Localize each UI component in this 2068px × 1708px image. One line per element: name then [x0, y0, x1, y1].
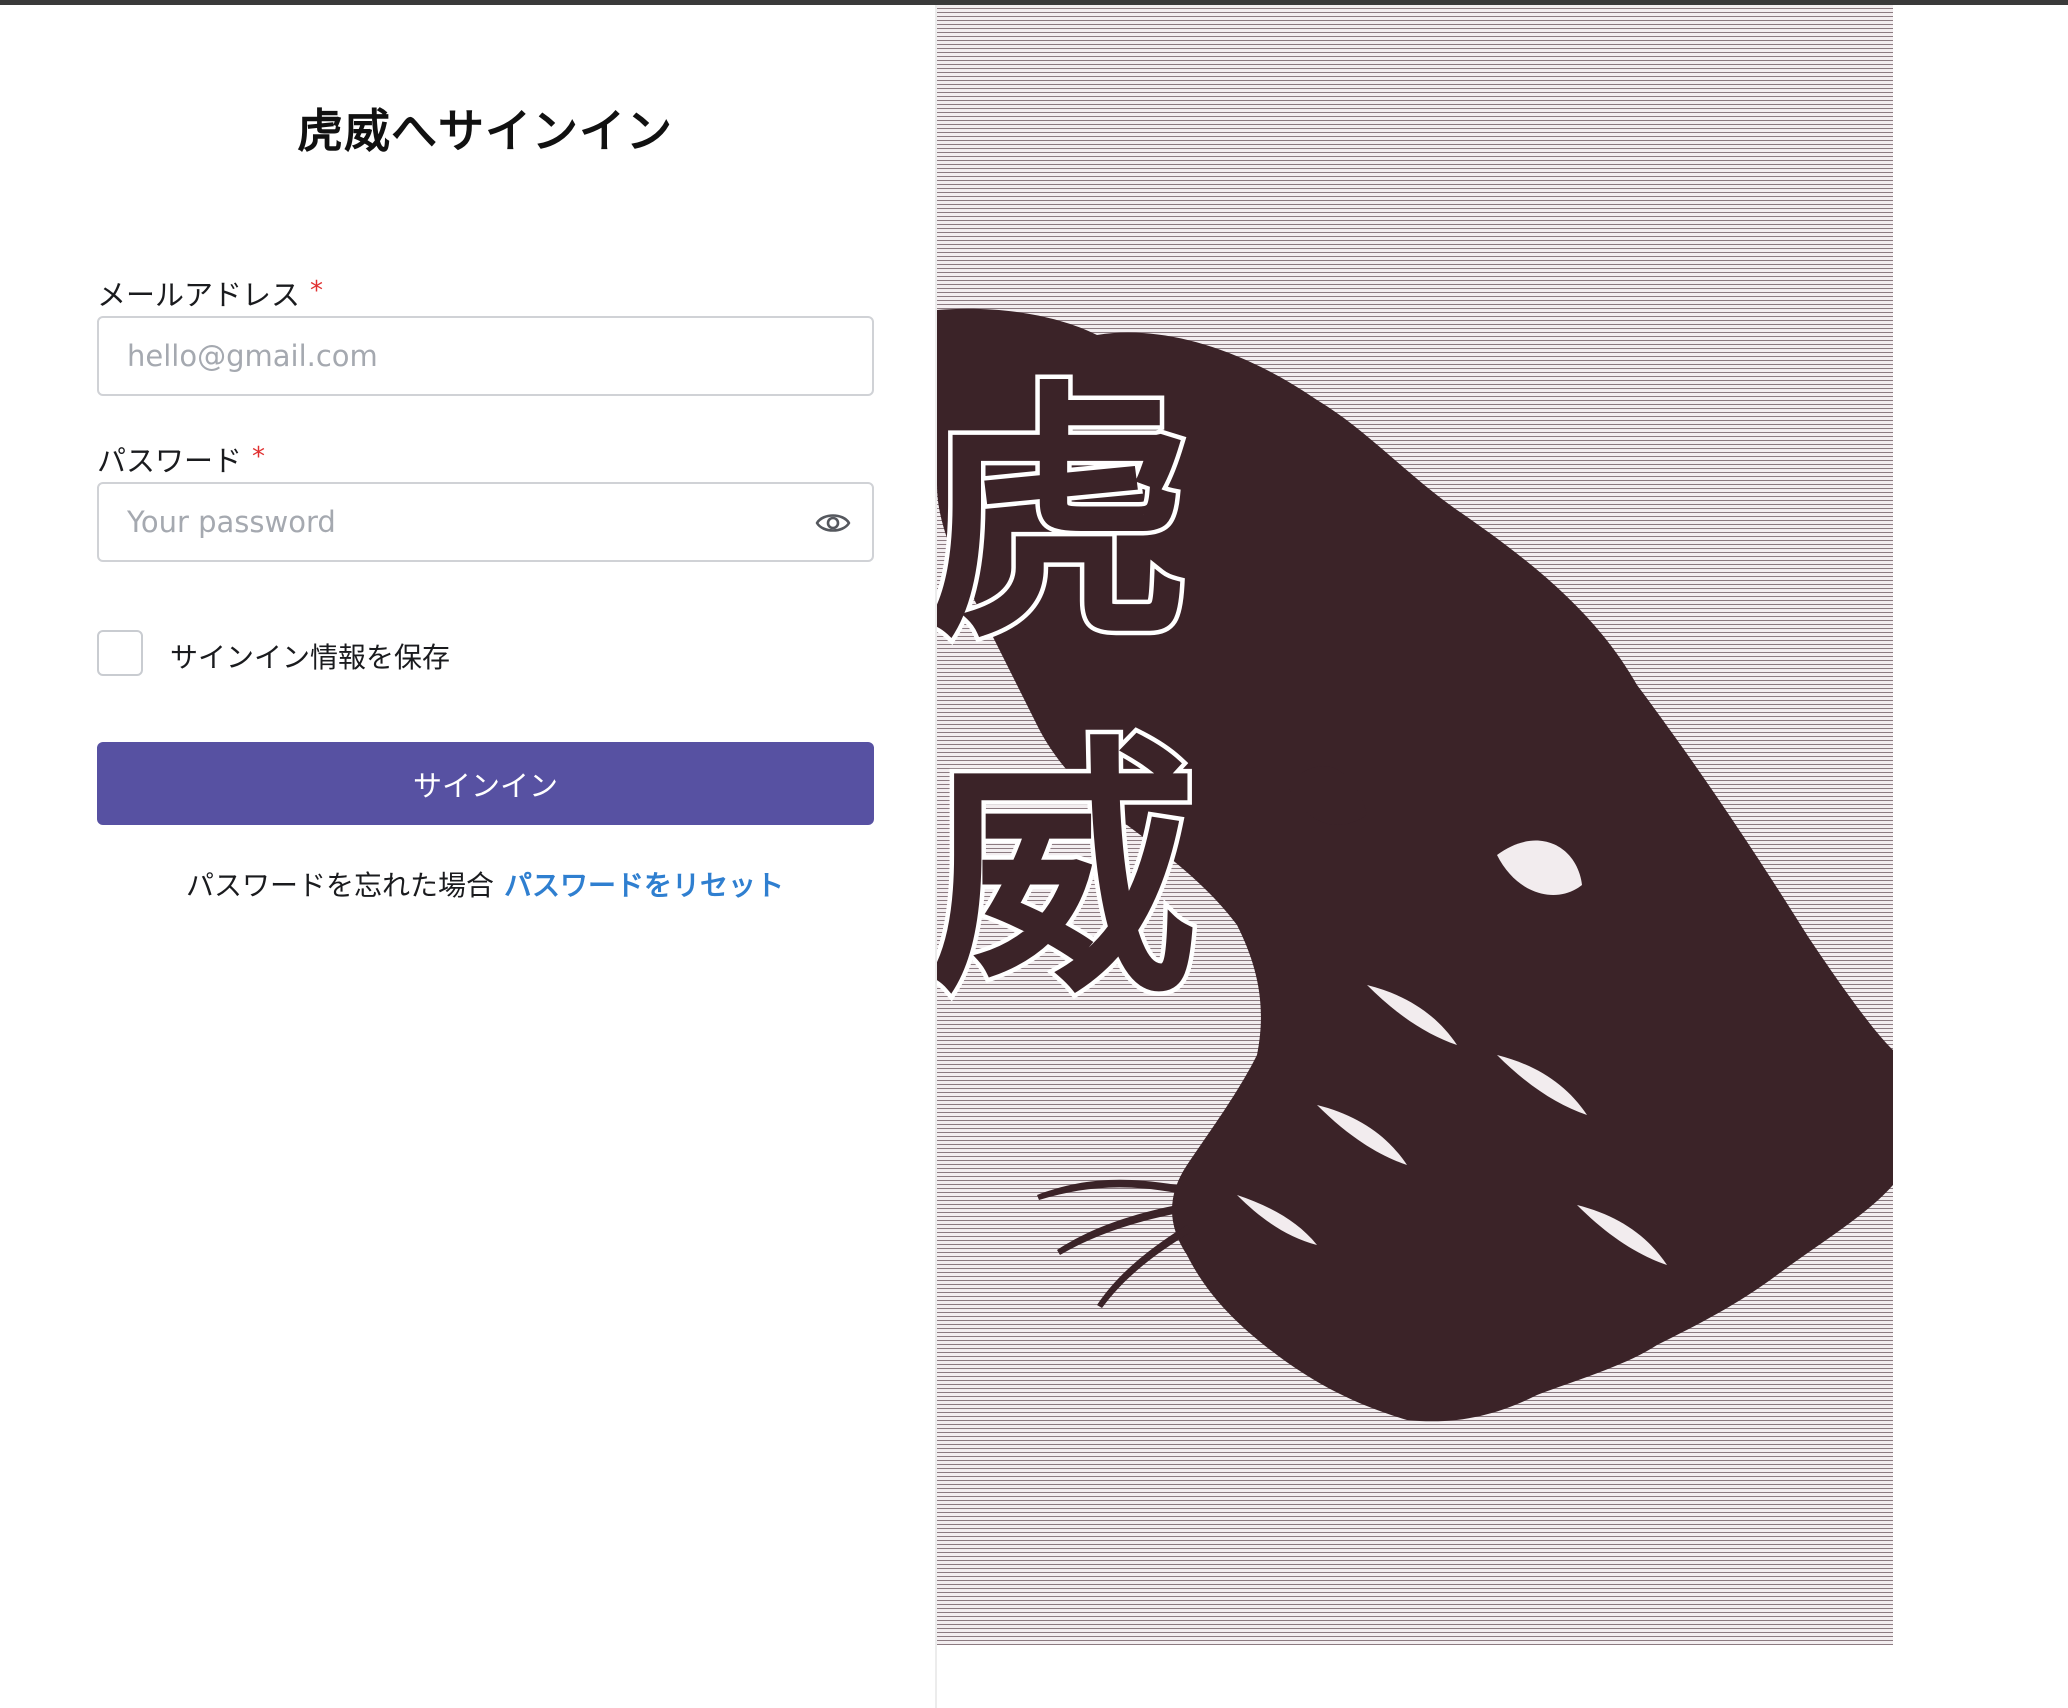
- remember-checkbox[interactable]: [97, 630, 143, 676]
- tiger-artwork: 虎 威: [937, 5, 1893, 1645]
- email-label-text: メールアドレス: [97, 278, 301, 312]
- password-required-mark: *: [252, 442, 266, 472]
- signin-panel: [0, 5, 935, 1708]
- password-input[interactable]: [97, 482, 874, 562]
- calligraphy-char-might: 威: [937, 711, 1197, 1029]
- reset-password-link[interactable]: パスワードをリセット: [504, 869, 784, 902]
- password-label: パスワード *: [97, 438, 265, 480]
- email-required-mark: *: [310, 276, 324, 306]
- calligraphy-char-tiger: 虎: [937, 356, 1192, 674]
- forgot-password-row: パスワードを忘れた場合 パスワードをリセット: [0, 864, 970, 904]
- email-input[interactable]: [97, 316, 874, 396]
- remember-label[interactable]: サインイン情報を保存: [170, 636, 450, 676]
- eye-icon[interactable]: [814, 506, 852, 540]
- password-label-text: パスワード: [97, 444, 243, 478]
- page-title: 虎威へサインイン: [297, 104, 673, 158]
- forgot-password-text: パスワードを忘れた場合: [185, 869, 494, 902]
- email-label: メールアドレス *: [97, 272, 323, 314]
- tiger-illustration: 虎 威: [937, 308, 1893, 1422]
- signin-button[interactable]: サインイン: [97, 742, 874, 825]
